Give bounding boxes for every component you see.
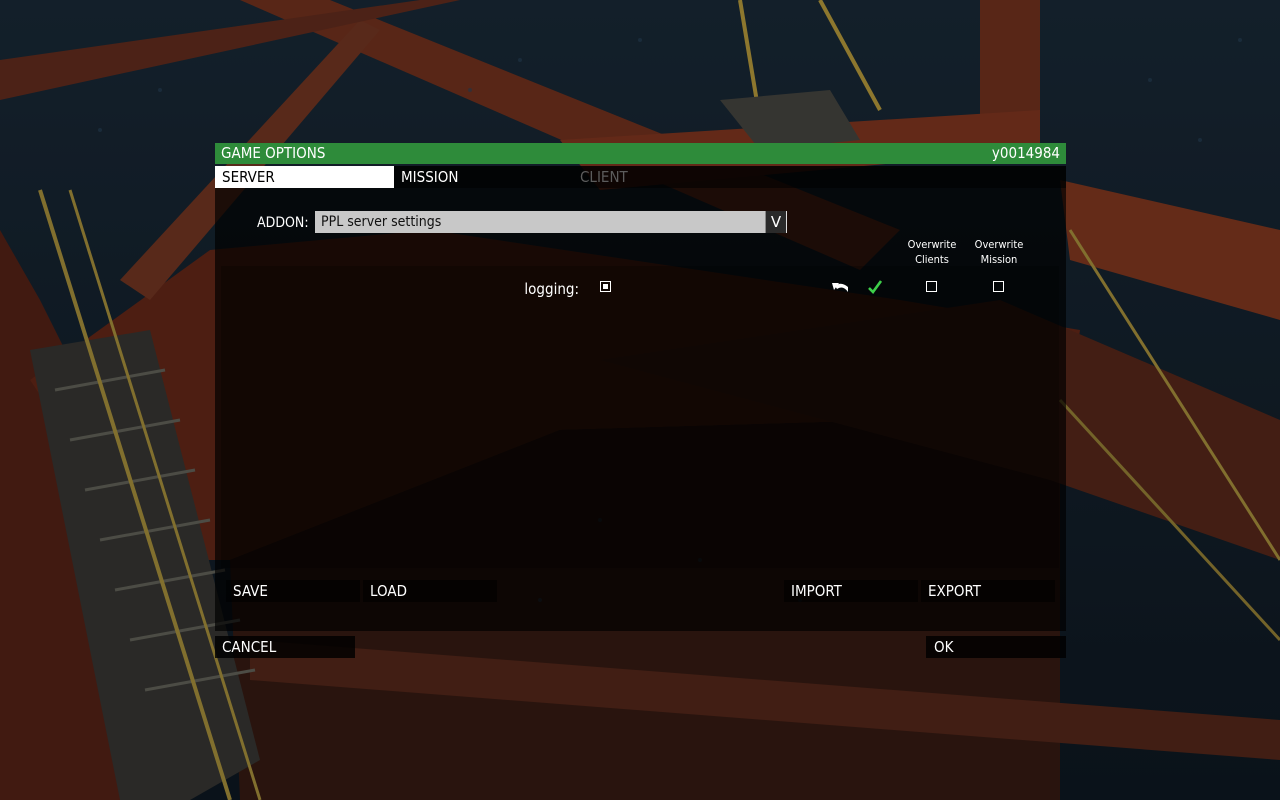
dialog-title-bar: GAME OPTIONS y0014984 (215, 143, 1066, 164)
load-button[interactable]: LOAD (363, 580, 497, 602)
overwrite-clients-label: Overwrite Clients (907, 238, 957, 266)
overwrite-clients-checkbox[interactable] (926, 281, 937, 292)
undo-icon[interactable] (831, 280, 851, 296)
user-id: y0014984 (991, 144, 1060, 162)
overwrite-mission-label: Overwrite Mission (974, 238, 1024, 266)
overwrite-mission-checkbox[interactable] (993, 281, 1004, 292)
overwrite-clients-header: Overwrite Clients (897, 237, 967, 267)
export-button[interactable]: EXPORT (921, 580, 1055, 602)
cancel-button[interactable]: CANCEL (215, 636, 355, 658)
addon-selected-value: PPL server settings (321, 214, 442, 230)
tab-bar: SERVER MISSION CLIENT (215, 166, 1066, 188)
addon-dropdown[interactable]: PPL server settings V (315, 211, 787, 233)
addon-label: ADDON: (257, 215, 309, 231)
dropdown-arrow-icon[interactable]: V (765, 211, 787, 233)
import-button[interactable]: IMPORT (784, 580, 918, 602)
checkmark-icon[interactable] (867, 279, 883, 295)
settings-list[interactable] (221, 266, 1059, 568)
tab-client[interactable]: CLIENT (573, 166, 753, 188)
tab-server[interactable]: SERVER (215, 166, 394, 188)
overwrite-mission-header: Overwrite Mission (964, 237, 1034, 267)
dialog-title: GAME OPTIONS (221, 144, 326, 162)
setting-label-logging: logging: (524, 280, 579, 298)
logging-checkbox[interactable] (600, 281, 611, 292)
ok-button[interactable]: OK (926, 636, 1066, 658)
tab-mission[interactable]: MISSION (394, 166, 574, 188)
save-button[interactable]: SAVE (226, 580, 360, 602)
